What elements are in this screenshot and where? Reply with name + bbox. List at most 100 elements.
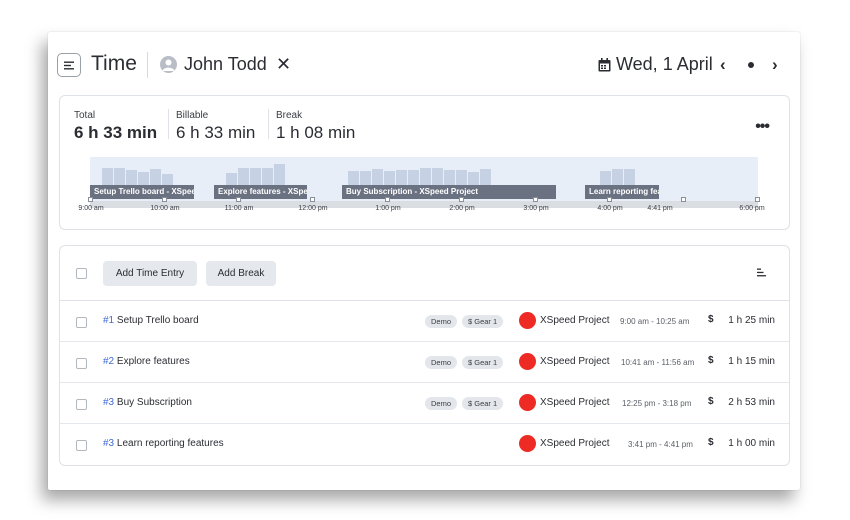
timeline-segment[interactable]: Buy Subscription - XSpeed Project: [342, 185, 556, 199]
add-time-entry-button[interactable]: Add Time Entry: [103, 261, 197, 286]
timeline-tick: [385, 197, 390, 202]
row-checkbox[interactable]: [76, 399, 87, 410]
billable-label: Billable: [176, 110, 209, 121]
timeline-tick: [162, 197, 167, 202]
entry-number: #1: [103, 315, 115, 326]
timeline-tick-label: 9:00 am: [78, 205, 104, 212]
tag-badge: Demo: [425, 315, 458, 328]
activity-bar: [432, 168, 443, 185]
chevron-right-icon[interactable]: ›: [772, 55, 778, 75]
summary-card: Total 6 h 33 min Billable 6 h 33 min Bre…: [59, 95, 790, 230]
timeline-tick: [88, 197, 93, 202]
timeline-segment[interactable]: Setup Trello board - XSpeed Project: [90, 185, 194, 199]
project-name: XSpeed Project: [540, 397, 610, 408]
stat-break: Break 1 h 08 min: [276, 110, 355, 143]
entries-card: Add Time Entry Add Break #1 Setup Trello…: [59, 245, 790, 466]
table-row[interactable]: #3 Buy Subscription Demo $ Gear 1 XSpeed…: [60, 383, 789, 424]
timeline-tick: [681, 197, 686, 202]
activity-bar: [162, 174, 173, 185]
timeline-tick-label: 12:00 pm: [298, 205, 328, 212]
activity-bar: [348, 171, 359, 185]
timeline-tick-label: 4:00 pm: [597, 205, 623, 212]
timeline-segment[interactable]: Explore features - XSpeed Project: [214, 185, 307, 199]
timeline-tick-label: 11:00 am: [224, 205, 254, 212]
timeline-tick-label: 1:00 pm: [375, 205, 401, 212]
billable-icon: $: [708, 314, 714, 325]
activity-bar: [150, 169, 161, 185]
entry-title[interactable]: #1 Setup Trello board: [103, 315, 199, 326]
time-range: 9:00 am - 10:25 am: [620, 317, 690, 326]
close-icon[interactable]: ✕: [276, 54, 291, 75]
activity-bar: [226, 173, 237, 185]
activity-bar: [456, 170, 467, 185]
entry-number: #2: [103, 356, 115, 367]
activity-bar: [396, 170, 407, 185]
project-name: XSpeed Project: [540, 315, 610, 326]
activity-bar: [262, 168, 273, 185]
timeline-tick-label: 3:00 pm: [523, 205, 549, 212]
activity-bar: [384, 171, 395, 185]
date-display[interactable]: Wed, 1 April: [616, 54, 713, 75]
entry-title[interactable]: #3 Buy Subscription: [103, 397, 192, 408]
table-row[interactable]: #3 Learn reporting features XSpeed Proje…: [60, 424, 789, 465]
entry-duration: 1 h 15 min: [728, 356, 775, 367]
timeline-tick: [459, 197, 464, 202]
timeline-tick-label: 4:41 pm: [647, 205, 673, 212]
project-color-dot: [519, 353, 536, 370]
activity-bar: [138, 172, 149, 185]
timeline-tick-label: 6:00 pm: [739, 205, 765, 212]
stat-divider: [268, 109, 269, 139]
activity-bar: [612, 169, 623, 185]
timeline-tick: [236, 197, 241, 202]
row-checkbox[interactable]: [76, 440, 87, 451]
activity-bar: [444, 170, 455, 185]
table-row[interactable]: #2 Explore features Demo $ Gear 1 XSpeed…: [60, 342, 789, 383]
entries-toolbar: Add Time Entry Add Break: [60, 246, 789, 301]
entry-name: Buy Subscription: [116, 397, 192, 408]
menu-button[interactable]: [57, 53, 81, 77]
tag-badge: $ Gear 1: [462, 315, 504, 328]
row-checkbox[interactable]: [76, 317, 87, 328]
entry-duration: 1 h 00 min: [728, 438, 775, 449]
entry-number: #3: [103, 397, 115, 408]
activity-bar: [420, 168, 431, 185]
tag-badge: $ Gear 1: [462, 356, 504, 369]
sort-icon[interactable]: [757, 268, 767, 277]
add-break-button[interactable]: Add Break: [206, 261, 276, 286]
entry-duration: 2 h 53 min: [728, 397, 775, 408]
dot-icon[interactable]: [748, 62, 754, 68]
entry-number: #3: [103, 438, 115, 449]
time-range: 12:25 pm - 3:18 pm: [622, 399, 692, 408]
stat-total: Total 6 h 33 min: [74, 110, 157, 143]
row-checkbox[interactable]: [76, 358, 87, 369]
total-label: Total: [74, 110, 96, 121]
entry-name: Setup Trello board: [116, 315, 199, 326]
activity-bar: [238, 168, 249, 185]
stat-billable: Billable 6 h 33 min: [176, 110, 255, 143]
billable-icon: $: [708, 396, 714, 407]
tag-badge: Demo: [425, 356, 458, 369]
project-color-dot: [519, 312, 536, 329]
activity-bar: [372, 169, 383, 185]
activity-bar: [468, 172, 479, 185]
activity-bar: [126, 170, 137, 185]
activity-bar: [360, 171, 371, 185]
project-name: XSpeed Project: [540, 356, 610, 367]
more-icon[interactable]: •••: [755, 118, 770, 136]
activity-bar: [408, 170, 419, 185]
entry-name: Explore features: [116, 356, 190, 367]
calendar-icon: [598, 58, 611, 72]
select-all-checkbox[interactable]: [76, 268, 87, 279]
chevron-left-icon[interactable]: ‹: [720, 55, 726, 75]
tag-badge: Demo: [425, 397, 458, 410]
time-range: 3:41 pm - 4:41 pm: [628, 440, 693, 449]
timeline-segment[interactable]: Learn reporting features - XSpeed Projec…: [585, 185, 659, 199]
timeline-tick: [607, 197, 612, 202]
entry-title[interactable]: #2 Explore features: [103, 356, 190, 367]
activity-timeline: Setup Trello board - XSpeed Project Expl…: [90, 157, 758, 208]
entry-duration: 1 h 25 min: [728, 315, 775, 326]
entry-title[interactable]: #3 Learn reporting features: [103, 438, 224, 449]
timeline-tick-label: 2:00 pm: [449, 205, 475, 212]
table-row[interactable]: #1 Setup Trello board Demo $ Gear 1 XSpe…: [60, 301, 789, 342]
break-value: 1 h 08 min: [276, 123, 356, 142]
